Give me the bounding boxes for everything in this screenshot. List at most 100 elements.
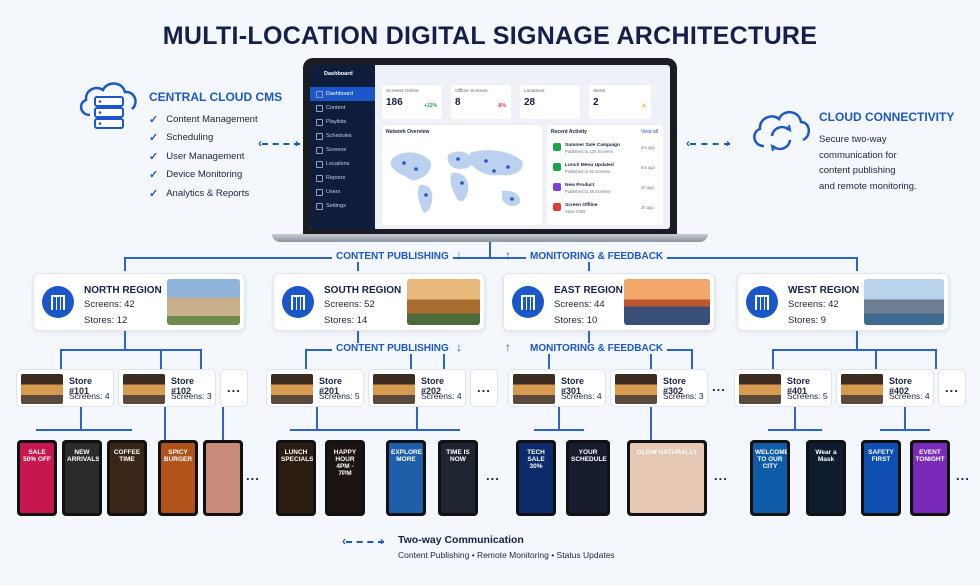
- storefront-photo: [841, 374, 883, 404]
- connectivity-title: CLOUD CONNECTIVITY: [819, 110, 955, 124]
- store-card[interactable]: Store #401 Screens: 5: [734, 369, 832, 407]
- arrow-down-icon: ↓: [456, 340, 462, 354]
- more-stores[interactable]: ...: [712, 369, 730, 407]
- signage-screen[interactable]: TIME IS NOW: [438, 440, 478, 516]
- activity-item: Screen Offline Store #302 2h ago: [553, 203, 657, 219]
- signage-screen[interactable]: WELCOME TO OUR CITY: [750, 440, 790, 516]
- kpi-card: Screens Online 186 +12%: [382, 85, 442, 119]
- two-way-arrow-icon: [346, 541, 384, 543]
- connector-line: [316, 407, 318, 429]
- nav-users[interactable]: Users: [310, 185, 375, 199]
- connector-line: [416, 407, 418, 429]
- more-stores[interactable]: ...: [220, 369, 248, 407]
- region-card-south[interactable]: SOUTH REGION Screens: 52 Stores: 14: [273, 273, 485, 331]
- connector-line: [305, 349, 307, 369]
- building-icon: [42, 286, 74, 318]
- storefront-photo: [373, 374, 415, 404]
- connector-line: [200, 349, 202, 369]
- arrow-up-icon: ↑: [505, 340, 511, 354]
- screen-text: SALE 50% OFF: [23, 449, 51, 463]
- nav-playlists[interactable]: Playlists: [310, 115, 375, 129]
- signage-screen[interactable]: Wear a Mask: [806, 440, 846, 516]
- region-card-north[interactable]: NORTH REGION Screens: 42 Stores: 12: [33, 273, 245, 331]
- store-card[interactable]: Store #202 Screens: 4: [368, 369, 466, 407]
- building-icon: [746, 286, 778, 318]
- check-icon: ✓: [149, 169, 159, 182]
- region-stats: Screens: 42 Stores: 9: [788, 299, 839, 326]
- monitoring-feedback-label: MONITORING & FEEDBACK: [526, 343, 668, 354]
- view-all-link[interactable]: View all: [641, 129, 658, 135]
- laptop-dashboard: Dashboard Dashboard Content Playlists Sc…: [303, 58, 677, 236]
- nav-content[interactable]: Content: [310, 101, 375, 115]
- signage-screen[interactable]: EXPLORE MORE: [386, 440, 426, 516]
- more-screens: ...: [246, 468, 260, 483]
- dashboard-screen: Dashboard Dashboard Content Playlists Sc…: [310, 65, 670, 229]
- connector-line: [124, 257, 126, 271]
- screen-text: HAPPY HOUR 4PM - 7PM: [333, 449, 357, 477]
- signage-screen[interactable]: TECH SALE 30%: [516, 440, 556, 516]
- connector-line: [768, 429, 822, 431]
- check-icon: ✓: [149, 132, 159, 145]
- nav-reports[interactable]: Reports: [310, 171, 375, 185]
- nav-settings[interactable]: Settings: [310, 199, 375, 213]
- connectivity-description: Secure two-way communication for content…: [819, 134, 917, 192]
- connector-line: [222, 407, 224, 440]
- nav-locations[interactable]: Locations: [310, 157, 375, 171]
- signage-screen[interactable]: HAPPY HOUR 4PM - 7PM: [325, 440, 365, 516]
- region-card-west[interactable]: WEST REGION Screens: 42 Stores: 9: [737, 273, 949, 331]
- store-card[interactable]: Store #301 Screens: 4: [508, 369, 606, 407]
- store-card[interactable]: Store #302 Screens: 3: [610, 369, 708, 407]
- store-screens: Screens: 4: [421, 391, 462, 401]
- signage-screen[interactable]: SPICY BURGER: [158, 440, 198, 516]
- screen-text: COFFEE TIME: [113, 449, 141, 463]
- connector-line: [904, 407, 906, 429]
- legend-items: Content Publishing • Remote Monitoring •…: [398, 550, 615, 560]
- connector-line: [875, 349, 877, 369]
- signage-screen[interactable]: SAFETY FIRST: [861, 440, 901, 516]
- more-stores[interactable]: ...: [470, 369, 498, 407]
- screen-text: EXPLORE MORE: [391, 449, 423, 463]
- store-card[interactable]: Store #402 Screens: 4: [836, 369, 934, 407]
- nav-screens[interactable]: Screens: [310, 143, 375, 157]
- content-publishing-label: CONTENT PUBLISHING: [332, 251, 453, 262]
- more-stores[interactable]: ...: [938, 369, 966, 407]
- signage-screen[interactable]: [203, 440, 243, 516]
- signage-screen[interactable]: COFFEE TIME: [107, 440, 147, 516]
- screen-text: EVENT TONIGHT: [915, 449, 945, 463]
- connector-line: [650, 407, 652, 440]
- store-card[interactable]: Store #201 Screens: 5: [266, 369, 364, 407]
- store-screens: Screens: 4: [561, 391, 602, 401]
- check-icon: ✓: [149, 187, 159, 200]
- region-card-east[interactable]: EAST REGION Screens: 44 Stores: 10: [503, 273, 715, 331]
- network-map-panel: Network Overview: [382, 125, 542, 225]
- signage-screen[interactable]: GLOW NATURALLY: [627, 440, 707, 516]
- connector-line: [772, 349, 937, 351]
- signage-screen[interactable]: LUNCH SPECIALS: [276, 440, 316, 516]
- signage-screen[interactable]: SALE 50% OFF: [17, 440, 57, 516]
- connector-line: [856, 331, 858, 349]
- nav-dashboard[interactable]: Dashboard: [310, 87, 375, 101]
- screen-text: WELCOME TO OUR CITY: [755, 449, 787, 470]
- connector-line: [534, 429, 584, 431]
- screen-text: Wear a Mask: [815, 449, 837, 463]
- recent-activity-panel: Recent Activity View all Summer Sale Cam…: [547, 125, 663, 225]
- more-screens: ...: [486, 468, 500, 483]
- arrow-down-icon: ↓: [456, 248, 462, 262]
- connector-line: [794, 407, 796, 429]
- connector-line: [691, 349, 693, 369]
- region-stats: Screens: 44 Stores: 10: [554, 299, 605, 326]
- store-card[interactable]: Store #101 Screens: 4: [16, 369, 114, 407]
- kpi-card: Locations 28: [520, 85, 580, 119]
- arrow-right-icon: ›: [380, 534, 384, 548]
- arrow-right-icon: ›: [295, 136, 299, 150]
- signage-screen[interactable]: NEW ARRIVALS: [62, 440, 102, 516]
- nav-schedules[interactable]: Schedules: [310, 129, 375, 143]
- store-card[interactable]: Store #102 Screens: 3: [118, 369, 216, 407]
- arrow-left-icon: ‹: [258, 136, 262, 150]
- signage-screen[interactable]: EVENT TONIGHT: [910, 440, 950, 516]
- connector-line: [36, 429, 132, 431]
- signage-screen[interactable]: YOUR SCHEDULE: [566, 440, 610, 516]
- distribution-line: [124, 257, 858, 259]
- store-screens: Screens: 5: [319, 391, 360, 401]
- dashboard-brand: Dashboard: [324, 71, 353, 77]
